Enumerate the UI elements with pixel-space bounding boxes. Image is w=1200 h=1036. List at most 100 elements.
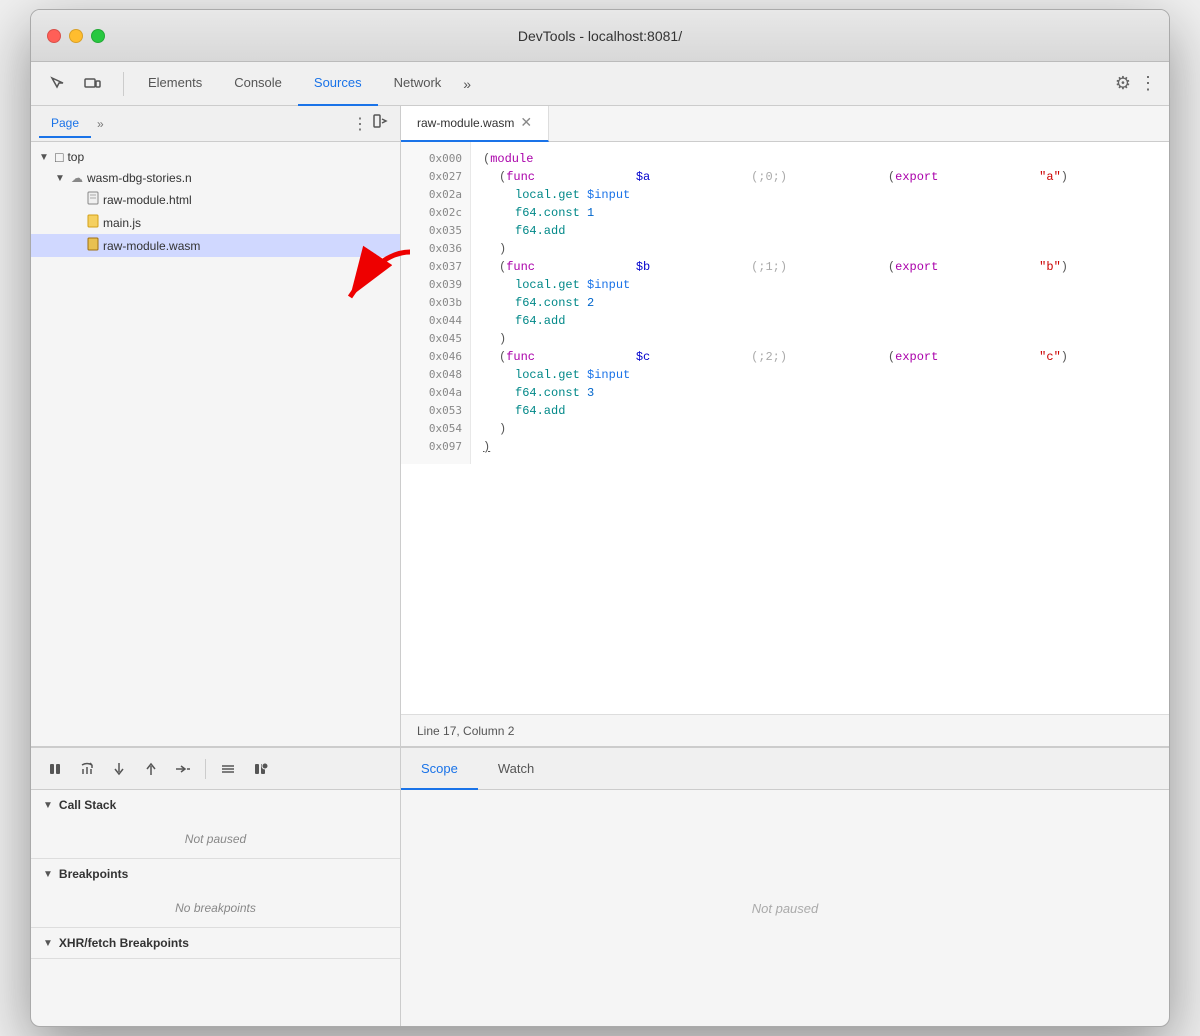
breakpoints-label: Breakpoints <box>59 867 128 881</box>
tree-label-top: top <box>67 150 84 164</box>
line-num-15: 0x053 <box>401 402 470 420</box>
toolbar-right: ⚙ ⋮ <box>1115 73 1157 94</box>
line-num-17: 0x097 <box>401 438 470 456</box>
tree-label-js: main.js <box>103 216 141 230</box>
line-num-7: 0x037 <box>401 258 470 276</box>
line-num-10: 0x044 <box>401 312 470 330</box>
call-stack-status: Not paused <box>185 832 246 846</box>
traffic-lights <box>47 29 105 43</box>
code-line-7: (func $b (;1;) (export "b") (param $inpu… <box>483 258 1170 276</box>
line-num-14: 0x04a <box>401 384 470 402</box>
tree-item-top[interactable]: ▼ □ top <box>31 146 400 168</box>
step-next-button[interactable] <box>171 757 195 781</box>
tab-sources[interactable]: Sources <box>298 62 378 106</box>
code-area: 0x000 0x027 0x02a 0x02c 0x035 0x036 0x03… <box>401 142 1170 464</box>
xhr-breakpoints-header[interactable]: ▼ XHR/fetch Breakpoints <box>31 928 400 958</box>
window-title: DevTools - localhost:8081/ <box>518 28 682 44</box>
step-over-button[interactable] <box>75 757 99 781</box>
line-num-16: 0x054 <box>401 420 470 438</box>
arrow-icon: ▼ <box>39 152 51 163</box>
settings-icon[interactable]: ⚙ <box>1115 73 1131 94</box>
code-line-17: ) <box>483 438 1170 456</box>
breakpoints-body: No breakpoints <box>31 889 400 927</box>
js-file-icon <box>87 214 99 231</box>
deactivate-breakpoints-button[interactable] <box>216 757 240 781</box>
debug-tabs: Scope Watch <box>401 748 1169 790</box>
line-num-3: 0x02a <box>401 186 470 204</box>
cursor-position: Line 17, Column 2 <box>417 724 514 738</box>
close-button[interactable] <box>47 29 61 43</box>
code-line-15: f64.add <box>483 402 1170 420</box>
code-lines: (module (func $a (;0;) (export "a") (par… <box>471 142 1170 464</box>
line-num-5: 0x035 <box>401 222 470 240</box>
panel-tab-more[interactable]: » <box>91 113 110 135</box>
debugger-toolbar <box>31 748 400 790</box>
panel-tab-dots[interactable]: ⋮ <box>352 114 368 134</box>
arrow-icon-domain: ▼ <box>55 173 67 184</box>
panel-tabs: Page » ⋮ <box>31 106 400 142</box>
code-line-9: f64.const 2 <box>483 294 1170 312</box>
line-num-12: 0x046 <box>401 348 470 366</box>
tree-item-wasm[interactable]: raw-module.wasm <box>31 234 400 257</box>
domain-icon: ☁ <box>71 171 83 185</box>
breakpoints-header[interactable]: ▼ Breakpoints <box>31 859 400 889</box>
tab-scope[interactable]: Scope <box>401 748 478 790</box>
tab-network[interactable]: Network <box>378 62 458 106</box>
pause-on-exception-button[interactable] <box>248 757 272 781</box>
editor-tab-label: raw-module.wasm <box>417 116 514 130</box>
tree-item-domain[interactable]: ▼ ☁ wasm-dbg-stories.n <box>31 168 400 188</box>
call-stack-label: Call Stack <box>59 798 116 812</box>
step-into-button[interactable] <box>107 757 131 781</box>
toolbar-more-icon[interactable]: » <box>457 72 477 96</box>
line-num-4: 0x02c <box>401 204 470 222</box>
call-stack-body: Not paused <box>31 820 400 858</box>
line-num-8: 0x039 <box>401 276 470 294</box>
tab-console[interactable]: Console <box>218 62 298 106</box>
minimize-button[interactable] <box>69 29 83 43</box>
folder-icon: □ <box>55 149 63 165</box>
line-numbers: 0x000 0x027 0x02a 0x02c 0x035 0x036 0x03… <box>401 142 471 464</box>
toolbar-icons <box>43 69 107 99</box>
editor-content[interactable]: 0x000 0x027 0x02a 0x02c 0x035 0x036 0x03… <box>401 142 1170 714</box>
toolbar-divider <box>123 72 124 96</box>
call-stack-arrow: ▼ <box>43 800 53 811</box>
tree-item-js[interactable]: main.js <box>31 211 400 234</box>
scope-status: Not paused <box>752 901 819 916</box>
tab-watch[interactable]: Watch <box>478 748 554 790</box>
devtools-window: DevTools - localhost:8081/ Elements Cons… <box>30 9 1170 1027</box>
main-content: Page » ⋮ <box>31 106 1169 746</box>
line-num-2: 0x027 <box>401 168 470 186</box>
call-stack-header[interactable]: ▼ Call Stack <box>31 790 400 820</box>
tab-elements[interactable]: Elements <box>132 62 218 106</box>
device-toolbar-icon[interactable] <box>77 69 107 99</box>
step-out-button[interactable] <box>139 757 163 781</box>
tree-item-html[interactable]: raw-module.html <box>31 188 400 211</box>
breakpoints-status: No breakpoints <box>175 901 256 915</box>
editor-tab-wasm[interactable]: raw-module.wasm ✕ <box>401 106 549 142</box>
status-bar: Line 17, Column 2 Coverage: n/a ▼ <box>401 714 1170 746</box>
code-line-14: f64.const 3 <box>483 384 1170 402</box>
tab-page[interactable]: Page <box>39 110 91 138</box>
editor-tab-close[interactable]: ✕ <box>520 114 532 131</box>
editor-tabs: raw-module.wasm ✕ <box>401 106 1170 142</box>
tree-label-domain: wasm-dbg-stories.n <box>87 171 192 185</box>
xhr-label: XHR/fetch Breakpoints <box>59 936 189 950</box>
code-line-4: f64.const 1 <box>483 204 1170 222</box>
code-line-2: (func $a (;0;) (export "a") (param $inpu… <box>483 168 1170 186</box>
inspect-icon[interactable] <box>43 69 73 99</box>
line-num-1: 0x000 <box>401 150 470 168</box>
tree-label-html: raw-module.html <box>103 193 192 207</box>
debugger-panels: ▼ Call Stack Not paused ▼ Breakpoints No… <box>31 790 400 1026</box>
titlebar: DevTools - localhost:8081/ <box>31 10 1169 62</box>
maximize-button[interactable] <box>91 29 105 43</box>
line-num-6: 0x036 <box>401 240 470 258</box>
line-num-11: 0x045 <box>401 330 470 348</box>
wasm-file-icon <box>87 237 99 254</box>
panel-tab-collapse[interactable] <box>368 111 392 136</box>
file-tree-container: ▼ □ top ▼ ☁ wasm-dbg-stories.n <box>31 142 400 261</box>
more-options-icon[interactable]: ⋮ <box>1139 73 1157 94</box>
pause-button[interactable] <box>43 757 67 781</box>
left-panel: Page » ⋮ <box>31 106 401 746</box>
line-num-9: 0x03b <box>401 294 470 312</box>
right-debugger: Scope Watch Not paused <box>401 748 1169 1026</box>
